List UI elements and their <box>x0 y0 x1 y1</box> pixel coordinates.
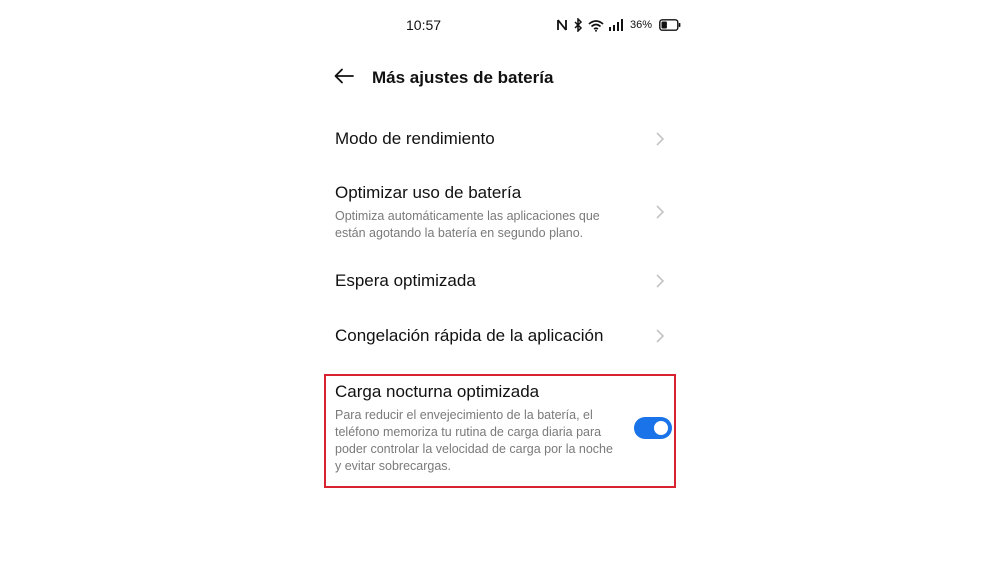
bluetooth-icon <box>573 18 583 32</box>
wifi-icon <box>588 19 604 32</box>
setting-title: Congelación rápida de la aplicación <box>335 326 604 345</box>
setting-optimizar-uso-bateria[interactable]: Optimizar uso de batería Optimiza automá… <box>335 181 670 243</box>
night-charge-toggle[interactable] <box>634 417 672 439</box>
setting-espera-optimizada[interactable]: Espera optimizada <box>335 270 670 292</box>
setting-description: Optimiza automáticamente las aplicacione… <box>335 209 600 240</box>
setting-title: Modo de rendimiento <box>335 129 495 148</box>
signal-icon <box>609 19 623 31</box>
toggle-knob <box>654 421 668 435</box>
status-time: 10:57 <box>406 17 442 33</box>
chevron-right-icon <box>653 203 667 221</box>
setting-description: Para reducir el envejecimiento de la bat… <box>335 408 613 473</box>
battery-icon <box>659 19 681 31</box>
header: Más ajustes de batería <box>332 64 553 92</box>
setting-title: Optimizar uso de batería <box>335 183 522 202</box>
battery-percent: 36% <box>630 19 653 31</box>
status-bar: 10:57 36% <box>0 14 1000 36</box>
setting-carga-nocturna-optimizada[interactable]: Carga nocturna optimizada Para reducir e… <box>335 378 672 478</box>
page-title: Más ajustes de batería <box>372 68 554 87</box>
chevron-right-icon <box>653 130 667 148</box>
back-button[interactable] <box>332 66 356 90</box>
arrow-left-icon <box>334 68 354 89</box>
chevron-right-icon <box>653 272 667 290</box>
setting-title: Carga nocturna optimizada <box>335 382 540 401</box>
setting-title: Espera optimizada <box>335 271 476 290</box>
setting-modo-rendimiento[interactable]: Modo de rendimiento <box>335 128 670 150</box>
nfc-icon <box>556 18 568 32</box>
chevron-right-icon <box>653 327 667 345</box>
status-icons: 36% <box>556 16 681 34</box>
setting-congelacion-rapida[interactable]: Congelación rápida de la aplicación <box>335 325 670 347</box>
